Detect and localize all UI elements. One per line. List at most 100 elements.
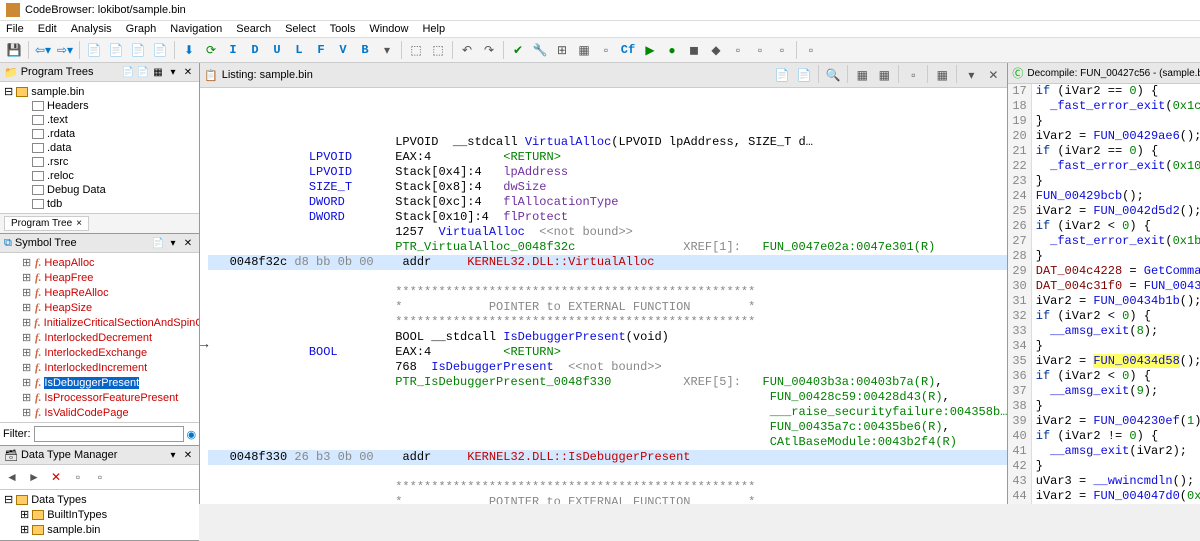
menu-select[interactable]: Select xyxy=(285,23,316,35)
listing-line[interactable]: 0048f32c d8 bb 0b 00 addr KERNEL32.DLL::… xyxy=(208,255,1007,270)
back-icon[interactable]: ◄ xyxy=(2,467,22,487)
listing-line[interactable]: LPVOID EAX:4 <RETURN> xyxy=(208,150,1007,165)
tool-icon[interactable]: ⊞ xyxy=(552,40,572,60)
decompile-line[interactable]: iVar2 = FUN_00434b1b(); xyxy=(1036,294,1200,309)
menu-graph[interactable]: Graph xyxy=(126,23,157,35)
decompile-line[interactable]: iVar2 = FUN_004230ef(1); xyxy=(1036,414,1200,429)
symbol-item[interactable]: ⊞f.IsValidCodePage xyxy=(2,405,197,420)
decompile-line[interactable]: } xyxy=(1036,399,1200,414)
listing-line[interactable]: CAtlBaseModule:0043b2f4(R) xyxy=(208,435,1007,450)
action-icon[interactable]: 📄 xyxy=(121,65,135,79)
listing-line[interactable] xyxy=(208,465,1007,480)
decompile-line[interactable]: } xyxy=(1036,174,1200,189)
forward-icon[interactable]: ⇨▾ xyxy=(55,40,75,60)
symbol-item[interactable]: ⊞f.InitializeCriticalSectionAndSpinCount xyxy=(2,315,197,330)
redo-icon[interactable]: ↷ xyxy=(479,40,499,60)
listing-line[interactable]: PTR_VirtualAlloc_0048f32c XREF[1]: FUN_0… xyxy=(208,240,1007,255)
decompile-line[interactable]: } xyxy=(1036,114,1200,129)
tool-icon[interactable]: ⬚ xyxy=(428,40,448,60)
play-icon[interactable]: ● xyxy=(662,40,682,60)
tree-item[interactable]: .text xyxy=(2,113,197,127)
listing-line[interactable]: DWORD Stack[0x10]:4 flProtect xyxy=(208,210,1007,225)
listing-line[interactable]: 0048f330 26 b3 0b 00 addr KERNEL32.DLL::… xyxy=(208,450,1007,465)
decompile-line[interactable]: _fast_error_exit(0x10); xyxy=(1036,159,1200,174)
datatype-item[interactable]: ⊞BuiltInTypes xyxy=(2,507,197,522)
menu-analysis[interactable]: Analysis xyxy=(71,23,112,35)
decompile-line[interactable]: uVar3 = __wwincmdln(); xyxy=(1036,474,1200,489)
menu-icon[interactable]: ▾ xyxy=(961,65,981,85)
check-icon[interactable]: ✔ xyxy=(508,40,528,60)
listing-line[interactable]: SIZE_T Stack[0x8]:4 dwSize xyxy=(208,180,1007,195)
tool-icon[interactable]: ▫ xyxy=(596,40,616,60)
refresh-icon[interactable]: ⟳ xyxy=(201,40,221,60)
menu-tools[interactable]: Tools xyxy=(330,23,356,35)
listing-line[interactable]: * POINTER to EXTERNAL FUNCTION * xyxy=(208,300,1007,315)
undo-icon[interactable]: ↶ xyxy=(457,40,477,60)
filter-icon[interactable]: ◉ xyxy=(187,428,197,441)
action-icon[interactable]: ▦ xyxy=(874,65,894,85)
listing-line[interactable]: ****************************************… xyxy=(208,315,1007,330)
tree-item[interactable]: .rsrc xyxy=(2,155,197,169)
decompile-line[interactable]: _fast_error_exit(0x1c); xyxy=(1036,99,1200,114)
action-icon[interactable]: 📄 xyxy=(136,65,150,79)
tool-icon[interactable]: ▫ xyxy=(772,40,792,60)
symbol-item[interactable]: ⊞f.IsDebuggerPresent xyxy=(2,375,197,390)
listing-line[interactable]: ****************************************… xyxy=(208,480,1007,495)
datatype-item[interactable]: ⊞windows_vs12_32 xyxy=(2,537,197,540)
decompile-line[interactable]: if (iVar2 != 0) { xyxy=(1036,429,1200,444)
decompile-line[interactable]: iVar2 = FUN_004047d0(0x400000,0,uVar3 xyxy=(1036,489,1200,504)
u-icon[interactable]: U xyxy=(267,40,287,60)
listing-view[interactable]: → LPVOID __stdcall VirtualAlloc(LPVOID l… xyxy=(200,88,1007,504)
tool-icon[interactable]: ✕ xyxy=(46,467,66,487)
decompile-line[interactable]: DAT_004c4228 = GetCommandLineW(); xyxy=(1036,264,1200,279)
save-icon[interactable]: 💾 xyxy=(4,40,24,60)
decompile-line[interactable]: DAT_004c31f0 = FUN_00434f23(); xyxy=(1036,279,1200,294)
back-icon[interactable]: ⇦▾ xyxy=(33,40,53,60)
listing-line[interactable]: FUN_00435a7c:00435be6(R), xyxy=(208,420,1007,435)
decompile-view[interactable]: 1718192021222324252627282930313233343536… xyxy=(1008,84,1200,504)
tool-icon[interactable]: 🔧 xyxy=(530,40,550,60)
listing-line[interactable]: BOOL EAX:4 <RETURN> xyxy=(208,345,1007,360)
listing-line[interactable]: FUN_00428c59:00428d43(R), xyxy=(208,390,1007,405)
action-icon[interactable]: 📄 xyxy=(772,65,792,85)
decompile-line[interactable]: if (iVar2 == 0) { xyxy=(1036,144,1200,159)
action-icon[interactable]: ▫ xyxy=(903,65,923,85)
decompile-line[interactable]: } xyxy=(1036,459,1200,474)
cf-icon[interactable]: Cf xyxy=(618,40,638,60)
menu-edit[interactable]: Edit xyxy=(38,23,57,35)
d-icon[interactable]: D xyxy=(245,40,265,60)
decompile-line[interactable]: __amsg_exit(iVar2); xyxy=(1036,444,1200,459)
tool-icon[interactable]: 📄 xyxy=(150,40,170,60)
listing-line[interactable]: LPVOID Stack[0x4]:4 lpAddress xyxy=(208,165,1007,180)
symbol-item[interactable]: ⊞f.HeapSize xyxy=(2,300,197,315)
symbol-item[interactable]: ⊞f.InterlockedDecrement xyxy=(2,330,197,345)
menu-window[interactable]: Window xyxy=(369,23,408,35)
decompile-line[interactable]: } xyxy=(1036,339,1200,354)
decompile-line[interactable]: __amsg_exit(8); xyxy=(1036,324,1200,339)
listing-line[interactable]: ___raise_securityfailure:004358b… xyxy=(208,405,1007,420)
down-icon[interactable]: ⬇ xyxy=(179,40,199,60)
tree-item[interactable]: .rdata xyxy=(2,127,197,141)
symbol-item[interactable]: ⊞f.HeapReAlloc xyxy=(2,285,197,300)
data-type-tree[interactable]: ⊟Data Types⊞BuiltInTypes⊞sample.bin⊞wind… xyxy=(0,490,199,540)
tree-item[interactable]: tdb xyxy=(2,197,197,211)
listing-line[interactable]: ****************************************… xyxy=(208,285,1007,300)
close-icon[interactable]: ✕ xyxy=(983,65,1003,85)
symbol-tree[interactable]: ⊞f.HeapAlloc⊞f.HeapFree⊞f.HeapReAlloc⊞f.… xyxy=(0,253,199,422)
dropdown-icon[interactable]: ▾ xyxy=(377,40,397,60)
i-icon[interactable]: I xyxy=(223,40,243,60)
program-tree[interactable]: ⊟sample.binHeaders.text.rdata.data.rsrc.… xyxy=(0,82,199,213)
tool-icon[interactable]: ▫ xyxy=(728,40,748,60)
action-icon[interactable]: 🔍 xyxy=(823,65,843,85)
symbol-item[interactable]: ⊞f.InterlockedIncrement xyxy=(2,360,197,375)
v-icon[interactable]: V xyxy=(333,40,353,60)
tree-item[interactable]: .reloc xyxy=(2,169,197,183)
menu-icon[interactable]: ▾ xyxy=(166,65,180,79)
tree-item[interactable]: Debug Data xyxy=(2,183,197,197)
symbol-item[interactable]: ⊞f.IsProcessorFeaturePresent xyxy=(2,390,197,405)
action-icon[interactable]: 📄 xyxy=(151,236,165,250)
tool-icon[interactable]: 📄 xyxy=(128,40,148,60)
action-icon[interactable]: ▦ xyxy=(151,65,165,79)
tree-root[interactable]: ⊟sample.bin xyxy=(2,84,197,99)
symbol-item[interactable]: ⊞f.HeapFree xyxy=(2,270,197,285)
